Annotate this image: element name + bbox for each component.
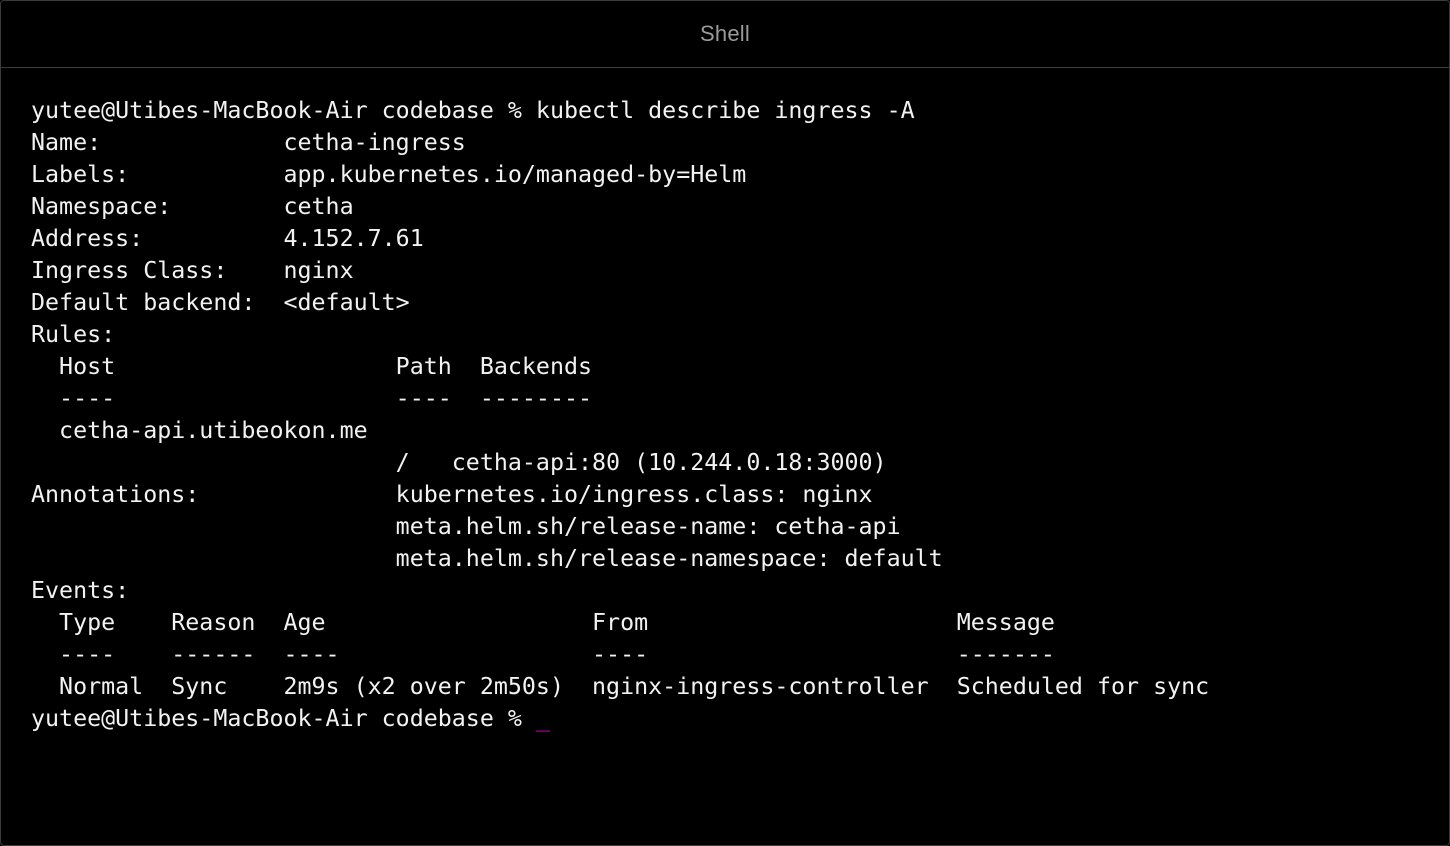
terminal-line: yutee@Utibes-MacBook-Air codebase % kube… [31, 97, 915, 124]
terminal-line: ---- ------ ---- ---- ------- [31, 641, 1055, 668]
terminal-line: cetha-api.utibeokon.me [31, 417, 368, 444]
terminal-line: Labels: app.kubernetes.io/managed-by=Hel… [31, 161, 747, 188]
terminal-window: Shell yutee@Utibes-MacBook-Air codebase … [0, 0, 1450, 846]
terminal-line: meta.helm.sh/release-name: cetha-api [31, 513, 901, 540]
terminal-line: Rules: [31, 321, 116, 348]
terminal-line: Annotations: kubernetes.io/ingress.class… [31, 481, 873, 508]
terminal-line: Ingress Class: nginx [31, 257, 354, 284]
terminal-line: Name: cetha-ingress [31, 129, 466, 156]
window-title: Shell [700, 21, 750, 46]
shell-prompt: yutee@Utibes-MacBook-Air codebase % [31, 705, 536, 732]
terminal-line: Type Reason Age From Message [31, 609, 1055, 636]
text-cursor: _ [535, 705, 550, 732]
terminal-line: meta.helm.sh/release-namespace: default [31, 545, 943, 572]
terminal-line: Host Path Backends [31, 353, 593, 380]
title-bar[interactable]: Shell [1, 1, 1449, 68]
terminal-line: Events: [31, 577, 130, 604]
terminal-line: Address: 4.152.7.61 [31, 225, 424, 252]
terminal-line: Normal Sync 2m9s (x2 over 2m50s) nginx-i… [31, 673, 1210, 700]
terminal-line: Default backend: <default> [31, 289, 410, 316]
terminal-output[interactable]: yutee@Utibes-MacBook-Air codebase % kube… [31, 95, 1429, 845]
terminal-line: / cetha-api:80 (10.244.0.18:3000) [31, 449, 887, 476]
terminal-prompt-line[interactable]: yutee@Utibes-MacBook-Air codebase % _ [31, 703, 1429, 735]
terminal-line: Namespace: cetha [31, 193, 354, 220]
terminal-line: ---- ---- -------- [31, 385, 593, 412]
